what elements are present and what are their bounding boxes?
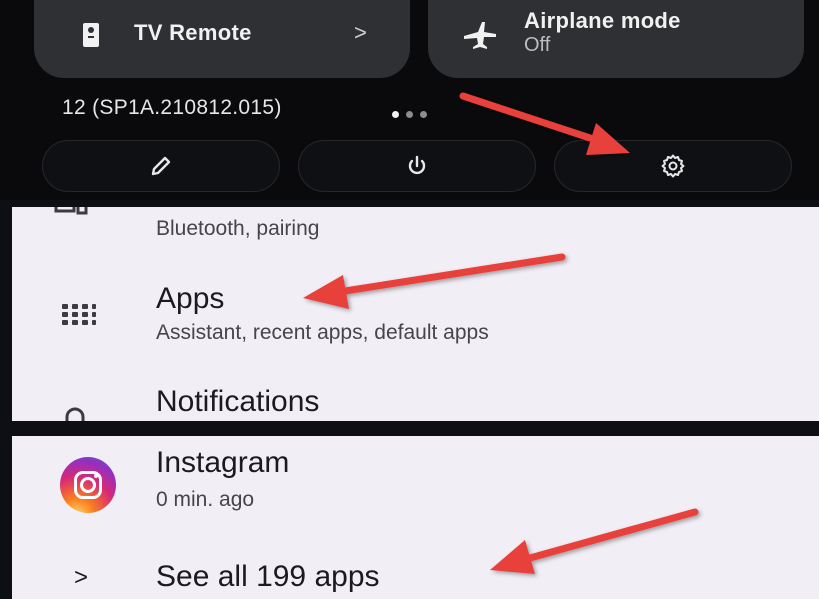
- settings-item-subtitle: Bluetooth, pairing: [156, 217, 320, 240]
- tv-remote-tile[interactable]: TV Remote >: [34, 0, 410, 78]
- apps-grid-icon: [62, 304, 96, 325]
- apps-subtitle: Assistant, recent apps, default apps: [156, 321, 489, 344]
- settings-list: Bluetooth, pairing Apps Assistant, recen…: [12, 207, 819, 421]
- quick-settings-panel: TV Remote > Airplane mode Off 12 (SP1A.2…: [0, 0, 819, 200]
- chevron-right-icon: >: [74, 564, 89, 591]
- settings-button[interactable]: [554, 140, 792, 192]
- pencil-icon: [151, 156, 171, 176]
- notifications-title: Notifications: [156, 385, 320, 418]
- page-indicator: [392, 105, 434, 123]
- recent-apps-list: Instagram 0 min. ago > See all 199 apps: [12, 436, 819, 599]
- see-all-apps-label: See all 199 apps: [156, 560, 380, 593]
- airplane-mode-label: Airplane mode: [524, 8, 681, 33]
- apps-title: Apps: [156, 282, 225, 315]
- build-number: 12 (SP1A.210812.015): [62, 96, 282, 119]
- airplane-mode-state: Off: [524, 34, 551, 56]
- tv-remote-label: TV Remote: [134, 20, 252, 45]
- chevron-right-icon: >: [354, 20, 368, 45]
- power-button[interactable]: [298, 140, 536, 192]
- airplane-mode-tile[interactable]: Airplane mode Off: [428, 0, 804, 78]
- instagram-icon: [60, 457, 116, 513]
- edit-button[interactable]: [42, 140, 280, 192]
- airplane-icon: [464, 22, 496, 49]
- gear-icon: [661, 154, 685, 178]
- app-last-used: 0 min. ago: [156, 488, 255, 511]
- devices-icon: [54, 207, 88, 215]
- app-name: Instagram: [156, 446, 290, 479]
- tv-remote-icon: [83, 23, 99, 47]
- power-icon: [408, 155, 426, 175]
- bell-icon: [65, 407, 85, 421]
